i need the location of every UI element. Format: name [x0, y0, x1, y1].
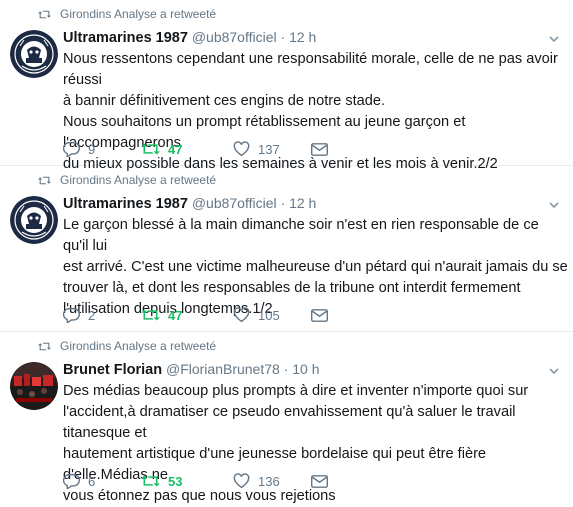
- tweet-text-line: Des médias beaucoup plus prompts à dire …: [63, 383, 529, 399]
- tweet-text-line: est arrivé. C'est une victime malheureus…: [63, 259, 568, 275]
- reply-button[interactable]: 6: [63, 473, 141, 489]
- retweet-context[interactable]: Girondins Analyse a retweeté: [38, 173, 216, 187]
- reply-count: 9: [88, 141, 96, 157]
- author-handle[interactable]: @ub87officiel: [192, 195, 277, 211]
- retweet-button[interactable]: 53: [141, 474, 233, 489]
- avatar[interactable]: [10, 30, 58, 78]
- retweet-icon: [38, 176, 51, 184]
- separator-dot: ·: [283, 361, 289, 377]
- timestamp[interactable]: 12 h: [289, 29, 316, 45]
- virage-sud-logo-icon: [10, 30, 58, 78]
- chevron-down-icon[interactable]: [547, 364, 561, 378]
- reply-icon: [63, 141, 80, 157]
- avatar[interactable]: [10, 196, 58, 244]
- tweet-text-line: à bannir définitivement ces engins de no…: [63, 93, 386, 109]
- direct-message-button[interactable]: [311, 474, 336, 488]
- like-count: 136: [258, 473, 280, 489]
- envelope-icon: [311, 142, 328, 156]
- heart-icon: [233, 141, 250, 157]
- tweet-actions: 6 53 136: [63, 472, 336, 490]
- separator-dot: ·: [280, 195, 286, 211]
- retweet-icon: [141, 309, 160, 321]
- avatar[interactable]: [10, 362, 58, 410]
- heart-icon: [233, 473, 250, 489]
- separator-dot: ·: [280, 29, 286, 45]
- tweet-header: Ultramarines 1987 @ub87officiel · 12 h: [63, 29, 316, 46]
- like-button[interactable]: 136: [233, 473, 311, 489]
- reply-icon: [63, 473, 80, 489]
- tweet[interactable]: Girondins Analyse a retweeté Brunet Flor…: [0, 332, 573, 504]
- timestamp[interactable]: 10 h: [292, 361, 319, 377]
- retweet-count: 53: [168, 473, 183, 489]
- reply-count: 2: [88, 307, 96, 323]
- tweet-header: Brunet Florian @FlorianBrunet78 · 10 h: [63, 361, 320, 378]
- retweet-icon: [141, 475, 160, 487]
- retweet-icon: [38, 10, 51, 18]
- retweet-context[interactable]: Girondins Analyse a retweeté: [38, 7, 216, 21]
- reply-button[interactable]: 9: [63, 141, 141, 157]
- envelope-icon: [311, 308, 328, 322]
- retweet-button[interactable]: 47: [141, 142, 233, 157]
- tweet-text-line: l'accident,à dramatiser ce pseudo envahi…: [63, 404, 516, 441]
- tweet-text-line: Nous ressentons cependant une responsabi…: [63, 51, 558, 88]
- timestamp[interactable]: 12 h: [289, 195, 316, 211]
- chevron-down-icon[interactable]: [547, 32, 561, 46]
- timeline: Girondins Analyse a retweeté Ultramarine…: [0, 0, 573, 504]
- author-name[interactable]: Ultramarines 1987: [63, 30, 188, 46]
- retweet-count: 47: [168, 307, 183, 323]
- author-name[interactable]: Ultramarines 1987: [63, 196, 188, 212]
- like-count: 137: [258, 141, 280, 157]
- heart-icon: [233, 307, 250, 323]
- retweet-count: 47: [168, 141, 183, 157]
- like-count: 105: [258, 307, 280, 323]
- reply-count: 6: [88, 473, 96, 489]
- virage-sud-logo-icon: [10, 196, 58, 244]
- tweet-header: Ultramarines 1987 @ub87officiel · 12 h: [63, 195, 316, 212]
- like-button[interactable]: 137: [233, 141, 311, 157]
- reply-button[interactable]: 2: [63, 307, 141, 323]
- tweet-text-line: trouver là, et dont les responsables de …: [63, 280, 521, 296]
- crowd-photo-icon: [10, 362, 58, 410]
- author-handle[interactable]: @ub87officiel: [192, 29, 277, 45]
- envelope-icon: [311, 474, 328, 488]
- retweet-button[interactable]: 47: [141, 308, 233, 323]
- author-handle[interactable]: @FlorianBrunet78: [166, 361, 280, 377]
- direct-message-button[interactable]: [311, 308, 336, 322]
- tweet[interactable]: Girondins Analyse a retweeté Ultramarine…: [0, 0, 573, 172]
- retweeted-by-label: Girondins Analyse a retweeté: [60, 339, 217, 353]
- retweet-icon: [141, 143, 160, 155]
- retweeted-by-label: Girondins Analyse a retweeté: [60, 173, 217, 187]
- tweet-actions: 9 47 137: [63, 140, 336, 158]
- chevron-down-icon[interactable]: [547, 198, 561, 212]
- retweet-icon: [38, 342, 51, 350]
- author-name[interactable]: Brunet Florian: [63, 362, 162, 378]
- reply-icon: [63, 307, 80, 323]
- retweeted-by-label: Girondins Analyse a retweeté: [60, 7, 217, 21]
- tweet-text: Le garçon blessé à la main dimanche soir…: [63, 215, 568, 320]
- direct-message-button[interactable]: [311, 142, 336, 156]
- like-button[interactable]: 105: [233, 307, 311, 323]
- retweet-context[interactable]: Girondins Analyse a retweeté: [38, 339, 216, 353]
- tweet-text-line: Le garçon blessé à la main dimanche soir…: [63, 217, 539, 254]
- tweet-actions: 2 47 105: [63, 306, 336, 324]
- tweet[interactable]: Girondins Analyse a retweeté Ultramarine…: [0, 166, 573, 332]
